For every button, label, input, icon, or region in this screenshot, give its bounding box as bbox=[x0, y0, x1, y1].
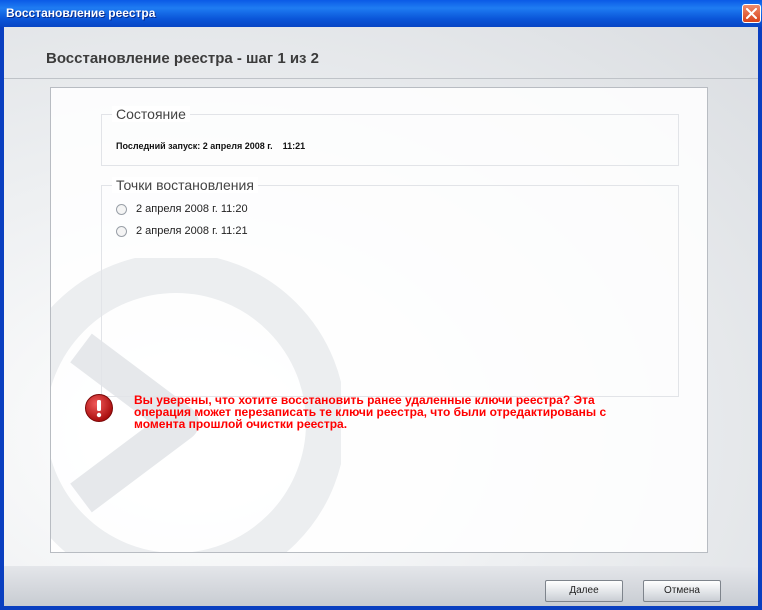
cancel-button[interactable]: Отмена bbox=[643, 580, 721, 602]
next-button[interactable]: Далее bbox=[545, 580, 623, 602]
status-legend: Состояние bbox=[112, 106, 190, 122]
exclamation-icon bbox=[85, 394, 113, 422]
title-bar[interactable]: Восстановление реестра bbox=[0, 0, 762, 27]
restore-point-item[interactable]: 2 апреля 2008 г. 11:20 bbox=[116, 202, 248, 216]
dialog-client-area: Восстановление реестра - шаг 1 из 2 Сост… bbox=[4, 27, 758, 606]
restore-point-label: 2 апреля 2008 г. 11:20 bbox=[136, 203, 248, 215]
page-title: Восстановление реестра - шаг 1 из 2 bbox=[46, 50, 320, 67]
close-icon bbox=[746, 8, 757, 19]
content-panel: Состояние Последний запуск: 2 апреля 200… bbox=[50, 87, 708, 553]
radio-button[interactable] bbox=[116, 203, 127, 215]
status-group: Состояние Последний запуск: 2 апреля 200… bbox=[101, 106, 679, 166]
radio-button[interactable] bbox=[116, 225, 127, 237]
window-title: Восстановление реестра bbox=[6, 6, 156, 20]
last-run-line: Последний запуск: 2 апреля 2008 г. 11:21 bbox=[116, 141, 305, 151]
restore-point-item[interactable]: 2 апреля 2008 г. 11:21 bbox=[116, 224, 248, 238]
restore-point-label: 2 апреля 2008 г. 11:21 bbox=[136, 225, 248, 237]
heading-divider bbox=[4, 78, 758, 79]
restore-points-group: Точки востановления 2 апреля 2008 г. 11:… bbox=[101, 177, 679, 397]
last-run-time: 11:21 bbox=[282, 141, 306, 151]
dialog-window: Восстановление реестра Восстановление ре… bbox=[0, 0, 762, 610]
restore-points-legend: Точки востановления bbox=[112, 177, 258, 193]
last-run-date: 2 апреля 2008 г. bbox=[202, 141, 273, 151]
warning-message: Вы уверены, что хотите восстановить ране… bbox=[134, 393, 607, 431]
close-button[interactable] bbox=[742, 4, 761, 23]
last-run-label: Последний запуск: bbox=[116, 141, 201, 151]
